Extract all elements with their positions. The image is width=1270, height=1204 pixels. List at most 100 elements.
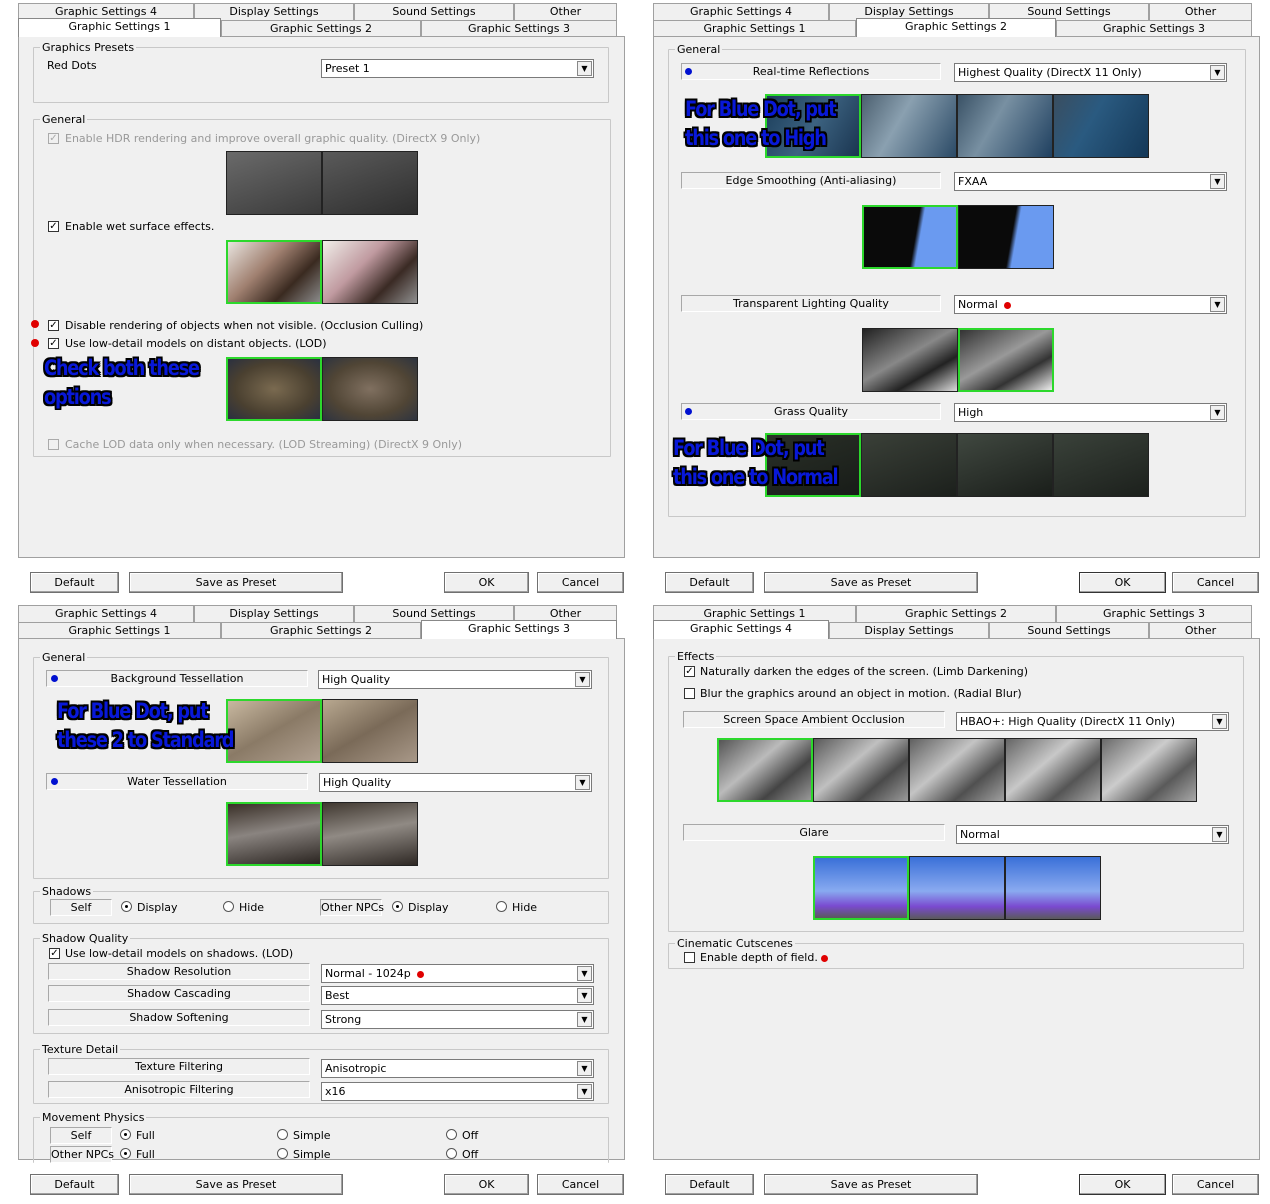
depth-of-field-text: Enable depth of field. xyxy=(700,951,818,964)
texture-filtering-select[interactable]: Anisotropic ▼ xyxy=(321,1059,594,1078)
tab-graphic-settings-2[interactable]: Graphic Settings 2 xyxy=(221,622,421,639)
reflections-select[interactable]: Highest Quality (DirectX 11 Only) ▼ xyxy=(954,63,1227,82)
physics-self-full-radio[interactable] xyxy=(120,1129,131,1140)
anisotropic-filtering-select[interactable]: x16 ▼ xyxy=(321,1082,594,1101)
grass-quality-select[interactable]: High ▼ xyxy=(954,403,1227,422)
reflections-preview-4 xyxy=(1053,94,1149,158)
shadow-resolution-select[interactable]: Normal - 1024p ▼ xyxy=(321,964,594,983)
shadow-cascading-select[interactable]: Best ▼ xyxy=(321,986,594,1005)
panel-graphic-settings-3: Graphic Settings 4 Display Settings Soun… xyxy=(0,602,635,1204)
edge-smoothing-select[interactable]: FXAA ▼ xyxy=(954,172,1227,191)
shadow-softening-select[interactable]: Strong ▼ xyxy=(321,1010,594,1029)
save-as-preset-button[interactable]: Save as Preset xyxy=(764,572,978,593)
save-as-preset-button[interactable]: Save as Preset xyxy=(764,1174,978,1195)
edge-preview-2 xyxy=(958,205,1054,269)
physics-npcs-simple-radio[interactable] xyxy=(277,1148,288,1159)
radial-blur-label: Blur the graphics around an object in mo… xyxy=(700,687,1022,700)
tab-graphic-settings-1[interactable]: Graphic Settings 1 xyxy=(18,622,221,639)
preset-select[interactable]: Preset 1 ▼ xyxy=(321,59,594,78)
group-title: Texture Detail xyxy=(40,1043,121,1056)
bg-tessellation-select[interactable]: High Quality ▼ xyxy=(318,670,592,689)
cancel-button[interactable]: Cancel xyxy=(1172,572,1259,593)
tab-graphic-settings-3[interactable]: Graphic Settings 3 xyxy=(1056,20,1252,37)
blue-dot-water-tessellation xyxy=(51,778,58,785)
ssao-label: Screen Space Ambient Occlusion xyxy=(683,711,945,728)
depth-of-field-checkbox[interactable] xyxy=(684,952,695,963)
hdr-checkbox[interactable]: ✓ xyxy=(48,133,59,144)
cancel-button[interactable]: Cancel xyxy=(1172,1174,1259,1195)
water-tessellation-select[interactable]: High Quality ▼ xyxy=(319,773,592,792)
ssao-select[interactable]: HBAO+: High Quality (DirectX 11 Only) ▼ xyxy=(956,712,1229,731)
reflections-label: Real-time Reflections xyxy=(681,63,941,80)
tab-graphic-settings-3[interactable]: Graphic Settings 3 xyxy=(421,20,617,37)
save-as-preset-button[interactable]: Save as Preset xyxy=(129,572,343,593)
tab-graphic-settings-3[interactable]: Graphic Settings 3 xyxy=(421,620,617,639)
tab-graphic-settings-1[interactable]: Graphic Settings 1 xyxy=(18,18,221,37)
group-title: Cinematic Cutscenes xyxy=(675,937,795,950)
transparent-lighting-label: Transparent Lighting Quality xyxy=(681,295,941,312)
bg-tessellation-preview-2 xyxy=(322,699,418,763)
cancel-button[interactable]: Cancel xyxy=(537,1174,624,1195)
shadow-resolution-label: Shadow Resolution xyxy=(48,963,310,980)
tab-graphic-settings-4[interactable]: Graphic Settings 4 xyxy=(653,620,829,639)
tab-graphic-settings-3[interactable]: Graphic Settings 3 xyxy=(1056,605,1252,622)
default-button[interactable]: Default xyxy=(665,572,754,593)
shadows-npcs-hide-radio[interactable] xyxy=(496,901,507,912)
occlusion-checkbox[interactable]: ✓ xyxy=(48,320,59,331)
tab-graphic-settings-2[interactable]: Graphic Settings 2 xyxy=(856,605,1056,622)
tab-display-settings[interactable]: Display Settings xyxy=(194,605,354,622)
ssao-preview-4 xyxy=(1005,738,1101,802)
ok-button[interactable]: OK xyxy=(444,572,529,593)
default-button[interactable]: Default xyxy=(30,1174,119,1195)
tab-other[interactable]: Other xyxy=(514,3,617,20)
shadows-self-hide-radio[interactable] xyxy=(223,901,234,912)
tab-graphic-settings-4[interactable]: Graphic Settings 4 xyxy=(653,3,829,20)
tab-other[interactable]: Other xyxy=(1149,622,1252,639)
panel-graphic-settings-4: Graphic Settings 1 Graphic Settings 2 Gr… xyxy=(635,602,1270,1204)
ok-button[interactable]: OK xyxy=(444,1174,529,1195)
tab-sound-settings[interactable]: Sound Settings xyxy=(354,3,514,20)
radial-blur-checkbox[interactable] xyxy=(684,688,695,699)
shadows-npcs-display-radio[interactable] xyxy=(392,901,403,912)
lod-checkbox[interactable]: ✓ xyxy=(48,338,59,349)
tab-display-settings[interactable]: Display Settings xyxy=(829,622,989,639)
transparent-lighting-value: Normal xyxy=(958,298,998,311)
cancel-button[interactable]: Cancel xyxy=(537,572,624,593)
physics-self-simple-radio[interactable] xyxy=(277,1129,288,1140)
save-as-preset-button[interactable]: Save as Preset xyxy=(129,1174,343,1195)
ssao-value: HBAO+: High Quality (DirectX 11 Only) xyxy=(960,715,1176,728)
bg-tessellation-label: Background Tessellation xyxy=(46,670,308,687)
transparent-lighting-select[interactable]: Normal ▼ xyxy=(954,295,1227,314)
anisotropic-filtering-label: Anisotropic Filtering xyxy=(48,1081,310,1098)
annotation-grass-normal: For Blue Dot, put this one to Normal xyxy=(673,434,839,492)
shadows-self-display-radio[interactable] xyxy=(121,901,132,912)
hide-label: Hide xyxy=(239,901,265,914)
lod-streaming-checkbox[interactable] xyxy=(48,439,59,450)
tab-graphic-settings-2[interactable]: Graphic Settings 2 xyxy=(856,18,1056,37)
simple-label: Simple xyxy=(293,1148,331,1161)
physics-self-off-radio[interactable] xyxy=(446,1129,457,1140)
limb-darkening-checkbox[interactable]: ✓ xyxy=(684,666,695,677)
tab-sound-settings[interactable]: Sound Settings xyxy=(989,622,1149,639)
wet-surface-checkbox[interactable]: ✓ xyxy=(48,221,59,232)
physics-npcs-off-radio[interactable] xyxy=(446,1148,457,1159)
red-dots-label: Red Dots xyxy=(47,59,97,72)
lod-streaming-label: Cache LOD data only when necessary. (LOD… xyxy=(65,438,463,451)
ssao-preview-2 xyxy=(813,738,909,802)
glare-select[interactable]: Normal ▼ xyxy=(956,825,1229,844)
annotation-line: these 2 to Standard xyxy=(57,728,235,752)
ok-button[interactable]: OK xyxy=(1079,572,1166,593)
tab-graphic-settings-4[interactable]: Graphic Settings 4 xyxy=(18,605,194,622)
ok-button[interactable]: OK xyxy=(1079,1174,1166,1195)
tab-other[interactable]: Other xyxy=(1149,3,1252,20)
physics-npcs-full-radio[interactable] xyxy=(120,1148,131,1159)
tab-graphic-settings-1[interactable]: Graphic Settings 1 xyxy=(653,20,856,37)
blue-dot-reflections xyxy=(685,68,692,75)
grass-preview-3 xyxy=(957,433,1053,497)
tab-graphic-settings-2[interactable]: Graphic Settings 2 xyxy=(221,20,421,37)
default-button[interactable]: Default xyxy=(665,1174,754,1195)
annotation-check-both: Check both these options xyxy=(44,354,200,412)
ssao-preview-3 xyxy=(909,738,1005,802)
shadow-lod-checkbox[interactable]: ✓ xyxy=(49,948,60,959)
default-button[interactable]: Default xyxy=(30,572,119,593)
